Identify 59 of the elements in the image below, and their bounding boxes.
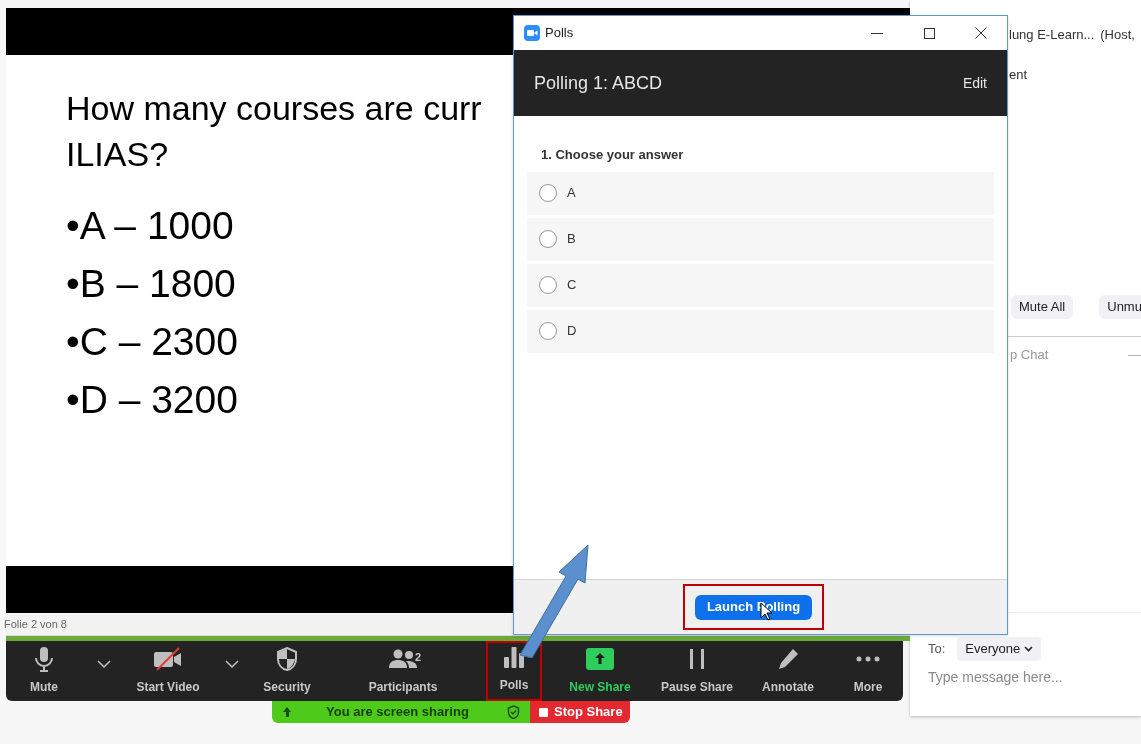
participant-action-button[interactable]: Mute All	[1011, 295, 1074, 319]
microphone-icon	[34, 646, 54, 672]
slide-counter: Folie 2 von 8	[4, 617, 67, 633]
answer-option[interactable]: D	[527, 309, 994, 353]
window-title: Polls	[545, 24, 574, 43]
toolbar-button[interactable]: Participants 2	[320, 641, 486, 701]
answer-option[interactable]: A	[527, 171, 994, 215]
host-tag: (Host,	[1100, 25, 1135, 45]
more-dots-icon	[856, 656, 880, 662]
participant-count: 2	[415, 650, 422, 665]
slide-bullet: •C – 2300	[66, 319, 238, 365]
toolbar-button[interactable]: Pause Share	[658, 641, 736, 701]
arrow-icon	[282, 706, 292, 718]
participant-action-button[interactable]: Unmu	[1099, 295, 1141, 319]
slide-bullet: •D – 3200	[66, 377, 238, 423]
radio-button[interactable]	[539, 184, 557, 202]
message-input[interactable]: Type message here...	[928, 667, 1123, 688]
answer-option[interactable]: C	[527, 263, 994, 307]
slide-title-line: How many courses are curr	[66, 88, 482, 129]
share-screen-icon	[586, 648, 614, 670]
toolbar-button[interactable]: Polls	[486, 641, 542, 701]
pause-icon	[688, 648, 706, 670]
toolbar-button[interactable]: New Share	[542, 641, 658, 701]
to-label: To:	[928, 640, 946, 659]
toolbar-button[interactable]: Annotate	[736, 641, 840, 701]
meeting-name: lung E-Learn...	[1009, 26, 1095, 44]
shield-check-icon	[507, 705, 520, 719]
pencil-icon	[777, 648, 799, 670]
minimize-icon	[871, 32, 883, 34]
stop-share-button[interactable]: Stop Share	[530, 701, 630, 723]
stop-icon	[539, 707, 548, 717]
shield-icon	[276, 647, 298, 671]
sharing-message: You are screen sharing	[326, 703, 469, 722]
toolbar-button[interactable]: Mute	[6, 641, 82, 701]
radio-button[interactable]	[539, 230, 557, 248]
radio-button[interactable]	[539, 276, 557, 294]
slide-title-line: ILIAS?	[66, 134, 169, 175]
bar-chart-icon	[503, 646, 525, 668]
chevron-down-icon	[1024, 646, 1034, 652]
close-icon	[975, 27, 987, 39]
toolbar-button[interactable]: Start Video	[126, 641, 210, 701]
answer-option[interactable]: B	[527, 217, 994, 261]
caret-icon	[225, 660, 239, 668]
radio-button[interactable]	[539, 322, 557, 340]
participant-name: ent	[1009, 66, 1028, 82]
poll-title: Polling 1: ABCD	[534, 71, 663, 95]
toolbar-button[interactable]: More	[840, 641, 896, 701]
caret-icon	[97, 660, 111, 668]
maximize-icon	[923, 27, 935, 39]
video-off-icon	[153, 647, 183, 671]
people-icon	[389, 649, 417, 669]
toolbar-button[interactable]: Security	[254, 641, 320, 701]
video-camera-logo-icon	[524, 25, 540, 41]
recipient-dropdown[interactable]: Everyone	[957, 637, 1042, 661]
slide-bullet: •B – 1800	[66, 261, 236, 307]
chat-title: p Chat	[1010, 346, 1049, 364]
slide-bullet: •A – 1000	[66, 203, 234, 249]
edit-link[interactable]: Edit	[962, 72, 987, 94]
question-text: 1. Choose your answer	[540, 146, 684, 164]
